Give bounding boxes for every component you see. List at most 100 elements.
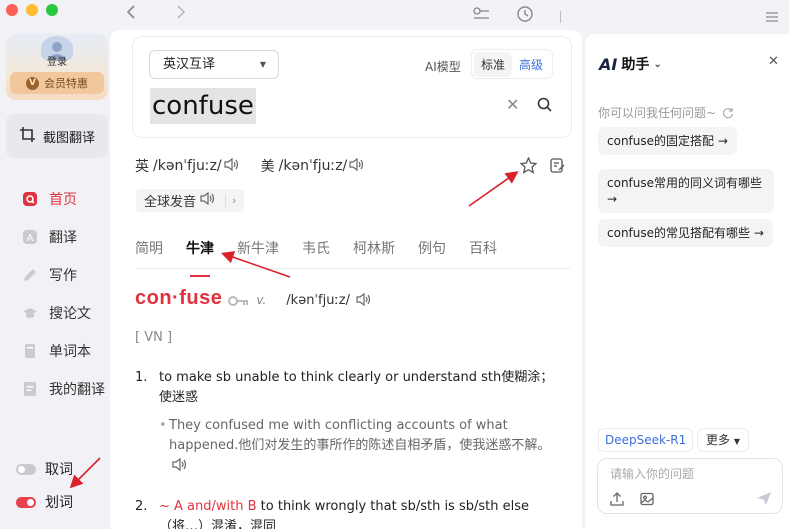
login-label[interactable]: 登录 <box>6 53 108 68</box>
speaker-icon[interactable] <box>172 457 187 475</box>
us-ipa: /kənˈfjuːz/ <box>278 158 348 174</box>
question-box <box>597 458 783 514</box>
assistant-title-label: 助手 <box>621 57 650 73</box>
more-models-button[interactable]: 更多 ▼ <box>697 428 749 452</box>
menu-icon[interactable] <box>766 8 778 27</box>
sidebar-item-label: 单词本 <box>49 344 91 360</box>
sidebar-item-my-translations[interactable]: 我的翻译 <box>0 370 110 408</box>
definition-chinese: （将…）混淆，混同 <box>159 519 277 529</box>
model-selector[interactable]: DeepSeek-R1 <box>598 428 694 452</box>
suggestion-chip[interactable]: confuse的常见搭配有哪些 → <box>598 219 773 247</box>
close-window-button[interactable] <box>6 4 18 16</box>
example-1: • They confused me with conflicting acco… <box>159 416 554 476</box>
uk-ipa: /kənˈfjuːz/ <box>153 158 222 174</box>
upload-icon[interactable] <box>610 492 624 510</box>
minimize-window-button[interactable] <box>26 4 38 16</box>
select-translate-toggle[interactable] <box>16 496 36 508</box>
suggestion-text: confuse的固定搭配 <box>607 134 715 148</box>
search-icon[interactable] <box>537 97 552 116</box>
assistant-title[interactable]: AI 助手 ⌄ <box>599 54 662 74</box>
definition-2: 2. ~ A and/with B to think wrongly that … <box>135 497 555 529</box>
uk-label: 英 <box>135 159 149 175</box>
quality-segmented-control: 标准 高级 <box>471 49 554 79</box>
svg-text:A: A <box>27 233 34 244</box>
tab-examples[interactable]: 例句 <box>418 238 446 268</box>
clear-icon[interactable]: ✕ <box>506 95 519 114</box>
login-card[interactable]: 登录 V 会员特惠 <box>6 34 108 100</box>
pronunciation-row: 英 /kənˈfjuːz/ 美 /kənˈfjuːz/ <box>135 156 386 176</box>
collocation-pattern: ~ A and/with B <box>159 499 257 514</box>
suggestion-text: confuse的常见搭配有哪些 <box>607 226 751 240</box>
forward-button[interactable] <box>176 4 186 24</box>
speaker-icon[interactable] <box>224 157 239 175</box>
tab-webster[interactable]: 韦氏 <box>302 238 330 268</box>
key-icon <box>228 295 249 310</box>
dictionary-tabs: 简明 牛津 新牛津 韦氏 柯林斯 例句 百科 <box>135 238 570 277</box>
sidebar-item-translate[interactable]: A 翻译 <box>0 218 110 256</box>
word-pick-toggle-row[interactable]: 取词 <box>16 459 73 479</box>
tab-oxford[interactable]: 牛津 <box>186 238 214 277</box>
back-button[interactable] <box>126 4 136 24</box>
star-icon[interactable] <box>519 156 538 178</box>
definition-number: 2. <box>135 499 148 514</box>
ask-hint-text: 你可以问我任何问题~ <box>598 106 717 120</box>
chevron-right-icon: › <box>225 194 236 207</box>
headword: con·fuse <box>135 287 223 309</box>
sidebar-item-papers[interactable]: 搜论文 <box>0 294 110 332</box>
suggestion-text: confuse常用的同义词有哪些 <box>607 176 763 190</box>
vip-offer-button[interactable]: V 会员特惠 <box>10 72 104 94</box>
select-translate-toggle-row[interactable]: 划词 <box>16 492 73 512</box>
definition-1: 1. to make sb unable to think clearly or… <box>135 368 555 408</box>
speaker-icon[interactable] <box>356 292 371 310</box>
tab-encyclopedia[interactable]: 百科 <box>469 238 497 268</box>
tab-collins[interactable]: 柯林斯 <box>353 238 395 268</box>
part-of-speech: v. <box>256 293 267 307</box>
window-controls <box>6 4 58 16</box>
select-translate-label: 划词 <box>45 495 73 511</box>
question-input[interactable] <box>610 467 770 481</box>
ask-hint: 你可以问我任何问题~ <box>598 104 734 121</box>
maximize-window-button[interactable] <box>46 4 58 16</box>
search-card: 英汉互译 ▼ AI模型 标准 高级 confuse ✕ <box>132 36 572 138</box>
translation-mode-select[interactable]: 英汉互译 ▼ <box>149 50 279 79</box>
arrow-right-icon: → <box>753 226 764 240</box>
sidebar: 登录 V 会员特惠 截图翻译 首页 A 翻译 写作 搜论文 单词本 我的翻译 取… <box>0 0 110 529</box>
document-icon <box>22 381 38 397</box>
suggestion-chip[interactable]: confuse的固定搭配 → <box>598 127 737 155</box>
sidebar-item-writing[interactable]: 写作 <box>0 256 110 294</box>
note-edit-icon[interactable] <box>550 158 565 177</box>
sidebar-item-wordbook[interactable]: 单词本 <box>0 332 110 370</box>
sidebar-item-label: 我的翻译 <box>49 382 105 398</box>
global-pronunciation-button[interactable]: 全球发音 › <box>136 189 245 212</box>
translation-mode-value: 英汉互译 <box>163 57 216 72</box>
word-pick-toggle[interactable] <box>16 463 36 475</box>
translate-icon: A <box>22 229 38 245</box>
tab-new-oxford[interactable]: 新牛津 <box>237 238 279 268</box>
home-icon <box>22 191 38 207</box>
pin-window-icon[interactable] <box>473 6 490 25</box>
send-icon[interactable] <box>756 491 772 510</box>
speaker-icon <box>200 191 215 209</box>
segment-advanced[interactable]: 高级 <box>512 52 550 77</box>
chevron-down-icon: ▼ <box>259 60 266 69</box>
image-icon[interactable] <box>640 492 654 510</box>
speaker-icon[interactable] <box>349 157 364 175</box>
history-icon[interactable] <box>517 6 533 26</box>
refresh-icon[interactable] <box>722 108 734 122</box>
oxford-ipa: /kənˈfjuːz/ <box>286 293 351 308</box>
segment-standard[interactable]: 标准 <box>474 51 513 77</box>
crop-icon <box>20 126 35 146</box>
screenshot-translate-button[interactable]: 截图翻译 <box>6 114 108 158</box>
definition-text: to make sb unable to think clearly or un… <box>159 370 554 405</box>
close-icon[interactable]: ✕ <box>768 54 779 69</box>
sidebar-item-label: 首页 <box>49 192 77 208</box>
ai-logo: AI <box>599 54 618 74</box>
ai-model-label: AI模型 <box>425 60 461 74</box>
toolbar-divider <box>560 8 562 27</box>
search-input[interactable]: confuse <box>150 88 256 124</box>
suggestion-chip[interactable]: confuse常用的同义词有哪些 → <box>598 169 774 213</box>
tab-concise[interactable]: 简明 <box>135 238 163 268</box>
arrow-right-icon: → <box>717 134 728 148</box>
chevron-down-icon: ▼ <box>733 437 740 446</box>
sidebar-item-home[interactable]: 首页 <box>0 180 110 218</box>
